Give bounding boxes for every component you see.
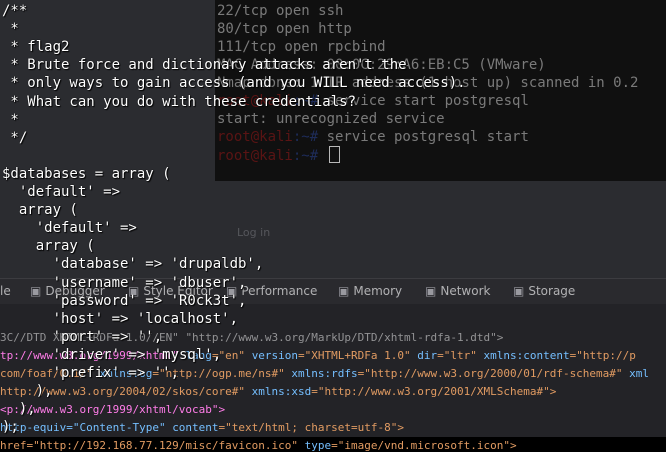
- terminal-command: service postgresql start: [326, 129, 529, 145]
- source-line: <p://www.w3.org/1999/xhtml/vocab">: [0, 403, 666, 416]
- terminal-output: 111/tcp open rpcbind: [217, 39, 386, 55]
- source-token: ="text/html; charset=utf-8">: [218, 421, 404, 434]
- source-token: http-equiv="Content-Type": [0, 421, 173, 434]
- terminal-cursor: [328, 146, 340, 163]
- source-token: ="en": [211, 349, 252, 362]
- performance-icon: ▣: [226, 284, 238, 298]
- terminal-line: 80/tcp open http: [217, 20, 352, 38]
- prompt-path: :~#: [292, 129, 327, 145]
- source-token: content: [172, 421, 219, 434]
- network-icon: ▣: [425, 284, 437, 298]
- source-token: xmlns:og: [99, 367, 153, 380]
- terminal-output: 22/tcp open ssh: [217, 3, 344, 19]
- terminal-window[interactable]: 22/tcp open ssh 80/tcp open http 111/tcp o…: [215, 0, 666, 181]
- debugger-icon: ▣: [30, 284, 42, 298]
- terminal-line: 22/tcp open ssh: [217, 2, 343, 20]
- prompt-path: :~#: [292, 148, 327, 164]
- devtools-tab-label: Storage: [528, 284, 576, 298]
- source-token: xmlns:content: [483, 349, 570, 362]
- terminal-line: root@kali:~#: [217, 146, 340, 165]
- devtools-tab-6[interactable]: ▣ Storage: [513, 284, 575, 298]
- terminal-line: MAC Address: 00:0C:29:A6:EB:C5 (VMware): [217, 56, 546, 74]
- source-line: href="http://192.168.77.129/misc/favicon…: [0, 439, 666, 452]
- source-line: com/foaf/0.1/" xmlns:og="http://ogp.me/n…: [0, 367, 666, 380]
- source-token: lang: [185, 349, 212, 362]
- memory-icon: ▣: [338, 284, 350, 298]
- terminal-command: service start postgresql: [326, 93, 529, 109]
- devtools-tab-2[interactable]: ▣ Style Editor: [128, 284, 213, 298]
- source-token: href="http://192.168.77.129/misc/favicon…: [0, 439, 305, 452]
- devtools-tab-3[interactable]: ▣ Performance: [226, 284, 317, 298]
- storage-icon: ▣: [513, 284, 525, 298]
- devtools-toolbar: le ▣ Debugger ▣ Style Editor ▣ Performance ▣ Mem…: [0, 278, 666, 305]
- style-editor-icon: ▣: [128, 284, 140, 298]
- source-token: "http://www.w3.org/MarkUp/DTD/xhtml-rdfa…: [185, 331, 504, 344]
- terminal-line: Nmap done: 1 IP address (1 host up) scan…: [217, 74, 638, 92]
- terminal-line: root@kali:~# service postgresql start: [217, 128, 529, 146]
- source-token: xmlns:rdfs: [291, 367, 358, 380]
- devtools-tab-0[interactable]: le: [0, 284, 11, 298]
- source-token: xml: [629, 367, 650, 380]
- terminal-output: 80/tcp open http: [217, 21, 352, 37]
- source-line: 3C//DTD XHTML+RDFa 1.0//EN" "http://www.…: [0, 331, 666, 344]
- login-link[interactable]: Log in: [237, 226, 270, 239]
- devtools-tab-5[interactable]: ▣ Network: [425, 284, 490, 298]
- devtools-tab-1[interactable]: ▣ Debugger: [30, 284, 105, 298]
- devtools-tab-label: Style Editor: [143, 284, 213, 298]
- devtools-source-view[interactable]: 3C//DTD XHTML+RDFa 1.0//EN" "http://www.…: [0, 304, 666, 452]
- source-token: tp://www.w3.org/1999/xhtml": [0, 349, 186, 362]
- terminal-error: start: unrecognized service: [217, 111, 445, 127]
- source-token: version: [251, 349, 299, 362]
- source-token: xmlns:xsd: [251, 385, 312, 398]
- source-token: type: [304, 439, 332, 452]
- source-token: com/foaf/0.1/": [0, 367, 100, 380]
- devtools-tab-label: Memory: [353, 284, 403, 298]
- source-line: http-equiv="Content-Type" content="text/…: [0, 421, 666, 434]
- source-line: http://www.w3.org/2004/02/skos/core#" xm…: [0, 385, 666, 398]
- terminal-output: Nmap done: 1 IP address (1 host up) scan…: [217, 75, 639, 91]
- source-token: ="image/vnd.microsoft.icon">: [331, 439, 517, 452]
- devtools-tab-4[interactable]: ▣ Memory: [338, 284, 402, 298]
- source-line: tp://www.w3.org/1999/xhtml" lang="en" ve…: [0, 349, 666, 362]
- terminal-line: 111/tcp open rpcbind: [217, 38, 386, 56]
- devtools-tab-label: Performance: [241, 284, 318, 298]
- devtools-tab-label: Debugger: [45, 284, 105, 298]
- source-token: dir: [417, 349, 438, 362]
- source-token: http://www.w3.org/2004/02/skos/core#": [0, 385, 252, 398]
- prompt-user: root@kali: [217, 129, 293, 145]
- source-token: ="ltr": [437, 349, 484, 362]
- terminal-output: MAC Address: 00:0C:29:A6:EB:C5 (VMware): [217, 57, 546, 73]
- source-token: ="http://www.w3.org/2000/01/rdf-schema#": [357, 367, 630, 380]
- prompt-user: root@kali: [217, 148, 293, 164]
- source-token: 3C//DTD XHTML+RDFa 1.0//EN": [0, 331, 186, 344]
- prompt-path: :~#: [292, 93, 327, 109]
- source-token: <p://www.w3.org/1999/xhtml/vocab">: [0, 403, 226, 416]
- prompt-user: root@kali: [217, 93, 293, 109]
- source-token: ="XHTML+RDFa 1.0": [298, 349, 418, 362]
- source-token: ="http://www.w3.org/2001/XMLSchema#">: [311, 385, 557, 398]
- source-token: ="http://ogp.me/ns#": [152, 367, 292, 380]
- devtools-tab-label: le: [0, 284, 11, 298]
- devtools-tab-label: Network: [440, 284, 491, 298]
- terminal-line: start: unrecognized service: [217, 110, 445, 128]
- source-token: ="http://p: [569, 349, 636, 362]
- terminal-line: root@kali:~# service start postgresql: [217, 92, 529, 110]
